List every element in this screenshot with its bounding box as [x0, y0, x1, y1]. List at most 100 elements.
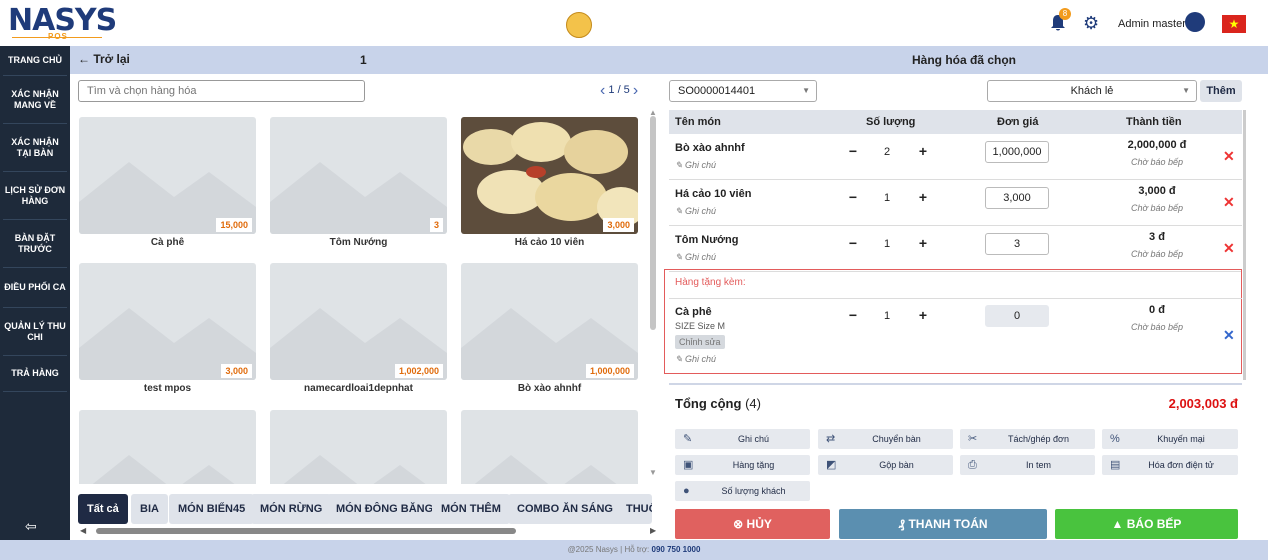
avatar-icon[interactable]: [1185, 12, 1205, 32]
product-card[interactable]: 1,002,000: [270, 263, 447, 380]
sidebar-item-reservations[interactable]: BÀN ĐẶT TRƯỚC: [3, 220, 67, 268]
action-button[interactable]: ✎ Ghi chú: [675, 429, 810, 449]
unit-price-input[interactable]: 1,000,000: [985, 141, 1049, 163]
category-tab[interactable]: THUỐ: [615, 494, 652, 524]
remove-item-icon[interactable]: ✕: [1223, 148, 1235, 165]
customer-select[interactable]: Khách lẻ ▼: [987, 80, 1197, 102]
prev-page-icon[interactable]: ‹: [600, 82, 605, 99]
qty-value[interactable]: 2: [877, 146, 897, 158]
scissors-icon: ✂: [968, 433, 978, 445]
action-button[interactable]: ▣ Hàng tặng: [675, 455, 810, 475]
swap-icon: ⇄: [826, 433, 836, 445]
sidebar-item-cashflow[interactable]: QUẢN LÝ THU CHI: [3, 308, 67, 356]
action-button[interactable]: ✂ Tách/ghép đơn: [960, 429, 1095, 449]
col-qty: Số lượng: [866, 116, 916, 128]
unit-price-input[interactable]: 3: [985, 233, 1049, 255]
product-name[interactable]: namecardloai1depnhat: [270, 383, 447, 394]
qty-plus-button[interactable]: +: [916, 144, 930, 158]
sidebar-item-order-history[interactable]: LỊCH SỬ ĐƠN HÀNG: [3, 172, 67, 220]
product-name[interactable]: Há cảo 10 viên: [461, 237, 638, 248]
scroll-left-icon[interactable]: ◀: [80, 526, 86, 535]
user-name[interactable]: Admin master: [1118, 18, 1186, 30]
order-item-status: Chờ báo bếp: [1131, 249, 1183, 259]
qty-plus-button[interactable]: +: [916, 236, 930, 250]
gift-qty-minus-button[interactable]: −: [846, 308, 860, 322]
order-code: SO0000014401: [678, 85, 756, 97]
action-label: Khuyến mại: [1157, 434, 1205, 444]
action-button[interactable]: ⎙ In tem: [960, 455, 1095, 475]
category-tab[interactable]: MÓN THÊM: [432, 494, 510, 524]
product-card[interactable]: 15,000: [79, 117, 256, 234]
product-card[interactable]: 3,000: [79, 263, 256, 380]
add-customer-button[interactable]: Thêm: [1200, 80, 1242, 102]
support-phone[interactable]: 090 750 1000: [652, 545, 701, 554]
qty-plus-button[interactable]: +: [916, 190, 930, 204]
product-card[interactable]: 3,000: [461, 117, 638, 234]
col-name: Tên món: [675, 116, 721, 128]
unit-price-input[interactable]: 3,000: [985, 187, 1049, 209]
product-card[interactable]: 3: [270, 117, 447, 234]
sidebar-item-takeaway[interactable]: XÁC NHẬN MANG VỀ: [3, 76, 67, 124]
sidebar-item-home[interactable]: TRANG CHỦ: [3, 46, 67, 76]
sidebar-item-dine-in[interactable]: XÁC NHẬN TẠI BÀN: [3, 124, 67, 172]
qty-minus-button[interactable]: −: [846, 144, 860, 158]
qty-minus-button[interactable]: −: [846, 236, 860, 250]
sidebar-item-returns[interactable]: TRẢ HÀNG: [3, 356, 67, 392]
product-search-input[interactable]: [78, 80, 365, 102]
dumpling-image: [461, 117, 638, 234]
category-tab[interactable]: Tất cả: [78, 494, 128, 524]
vietnam-flag-icon[interactable]: ★: [1222, 15, 1246, 33]
category-tab[interactable]: COMBO ĂN SÁNG: [508, 494, 622, 524]
back-button[interactable]: ← Trở lại: [78, 52, 130, 66]
product-pager[interactable]: ‹ 1 / 5 ›: [600, 82, 638, 100]
product-name[interactable]: Tôm Nướng: [270, 237, 447, 248]
cancel-button[interactable]: ⊗ HỦY: [675, 509, 830, 539]
category-tab[interactable]: MÓN ĐÔNG BĂNG: [327, 494, 443, 524]
action-button[interactable]: ● Số lượng khách: [675, 481, 810, 501]
gift-qty-plus-button[interactable]: +: [916, 308, 930, 322]
order-item-status: Chờ báo bếp: [1131, 203, 1183, 213]
category-tab[interactable]: MÓN BIỂN45: [169, 494, 255, 524]
selected-items-title: Hàng hóa đã chọn: [911, 53, 1016, 67]
customer-name: Khách lẻ: [1070, 85, 1114, 97]
category-tab[interactable]: MÓN RỪNG: [251, 494, 332, 524]
scroll-right-icon[interactable]: ▶: [650, 526, 656, 535]
gift-note[interactable]: ✎ Ghi chú: [675, 354, 716, 365]
action-button[interactable]: % Khuyến mại: [1102, 429, 1238, 449]
product-name[interactable]: test mpos: [79, 383, 256, 394]
order-item-note[interactable]: ✎ Ghi chú: [675, 160, 716, 171]
product-price: 1,002,000: [394, 364, 443, 378]
gift-qty-value[interactable]: 1: [877, 310, 897, 322]
order-item-note[interactable]: ✎ Ghi chú: [675, 206, 716, 217]
order-item-note[interactable]: ✎ Ghi chú: [675, 252, 716, 263]
product-card[interactable]: 1,000,000: [461, 263, 638, 380]
notification-badge: 8: [1059, 8, 1071, 20]
category-tab[interactable]: BIA: [131, 494, 168, 524]
sidebar-item-shift[interactable]: ĐIỀU PHỐI CA: [3, 268, 67, 308]
remove-item-icon[interactable]: ✕: [1223, 240, 1235, 257]
product-scrollbar[interactable]: [650, 116, 656, 330]
category-scrollbar[interactable]: [96, 528, 516, 534]
action-button[interactable]: ⇄ Chuyển bàn: [818, 429, 953, 449]
order-scrollbar[interactable]: [1243, 110, 1246, 380]
pay-button[interactable]: ₰ THANH TOÁN: [839, 509, 1047, 539]
remove-item-icon[interactable]: ✕: [1223, 194, 1235, 211]
gear-icon[interactable]: ⚙: [1083, 14, 1101, 32]
remove-gift-icon[interactable]: ✕: [1223, 327, 1235, 344]
action-button[interactable]: ▤ Hóa đơn điện tử: [1102, 455, 1238, 475]
qty-value[interactable]: 1: [877, 238, 897, 250]
action-label: Hóa đơn điện tử: [1148, 460, 1214, 470]
product-name[interactable]: Cà phê: [79, 237, 256, 248]
order-item-total: 3,000 đ: [1138, 185, 1176, 197]
scroll-down-icon[interactable]: ▼: [649, 468, 657, 477]
send-kitchen-button[interactable]: ▲ BÁO BẾP: [1055, 509, 1238, 539]
qty-value[interactable]: 1: [877, 192, 897, 204]
product-name[interactable]: Bò xào ahnhf: [461, 383, 638, 394]
qty-minus-button[interactable]: −: [846, 190, 860, 204]
collapse-sidebar-icon[interactable]: ⇦: [25, 518, 37, 535]
action-button[interactable]: ◩ Gộp bàn: [818, 455, 953, 475]
footer: @2025 Nasys | Hỗ trợ: 090 750 1000: [0, 540, 1268, 560]
next-page-icon[interactable]: ›: [633, 82, 638, 99]
order-select[interactable]: SO0000014401 ▼: [669, 80, 817, 102]
gift-edit-button[interactable]: Chỉnh sửa: [675, 335, 725, 349]
